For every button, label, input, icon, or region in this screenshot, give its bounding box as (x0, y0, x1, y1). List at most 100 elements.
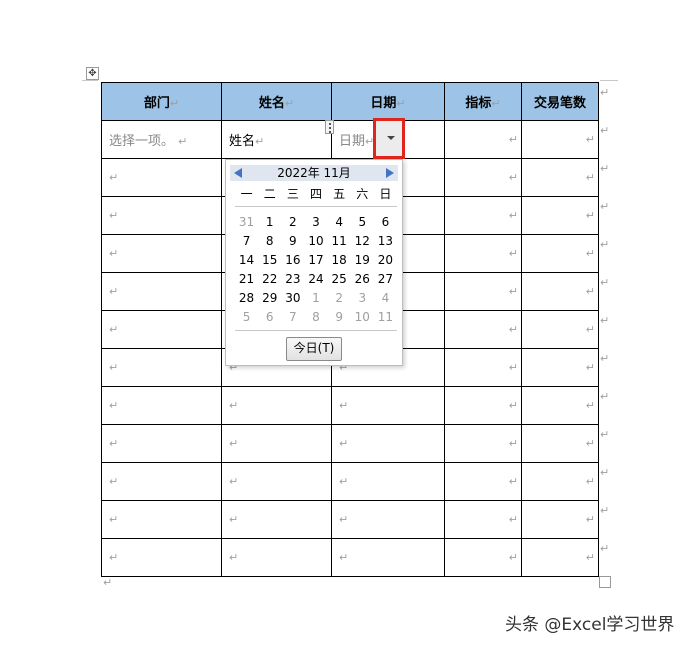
transactions-cell[interactable]: ↵ (521, 120, 599, 159)
calendar-day[interactable]: 12 (351, 232, 374, 251)
calendar-day[interactable]: 8 (258, 232, 281, 251)
table-cell[interactable]: ↵ (221, 538, 332, 577)
table-cell[interactable]: ↵ (521, 234, 599, 273)
table-cell[interactable]: ↵ (444, 310, 522, 349)
department-dropdown-control[interactable]: 选择一项。 ↵ (101, 120, 222, 159)
calendar-day[interactable]: 27 (374, 270, 397, 289)
calendar-day[interactable]: 9 (281, 232, 304, 251)
table-cell[interactable]: ↵ (101, 234, 222, 273)
table-move-handle[interactable]: ✥ (86, 67, 99, 80)
calendar-day[interactable]: 13 (374, 232, 397, 251)
table-cell[interactable]: ↵ (521, 310, 599, 349)
table-cell[interactable]: ↵ (101, 272, 222, 311)
calendar-day[interactable]: 17 (304, 251, 327, 270)
today-button[interactable]: 今日(T) (286, 337, 342, 361)
table-cell[interactable]: ↵ (444, 348, 522, 387)
calendar-day[interactable]: 22 (258, 270, 281, 289)
table-cell[interactable]: ↵ (101, 348, 222, 387)
paragraph-mark: ↵ (109, 323, 119, 336)
calendar-day[interactable]: 4 (374, 289, 397, 308)
indicator-cell[interactable]: ↵ (444, 120, 522, 159)
table-cell[interactable]: ↵ (331, 538, 445, 577)
table-cell[interactable]: ↵ (521, 196, 599, 235)
table-cell[interactable]: ↵ (101, 196, 222, 235)
calendar-day[interactable]: 10 (351, 308, 374, 327)
calendar-day[interactable]: 8 (304, 308, 327, 327)
table-cell[interactable]: ↵ (221, 500, 332, 539)
table-cell[interactable]: ↵ (521, 158, 599, 197)
calendar-day[interactable]: 2 (281, 213, 304, 232)
table-cell[interactable]: ↵ (331, 500, 445, 539)
table-cell[interactable]: ↵ (444, 386, 522, 425)
table-cell[interactable]: ↵ (101, 500, 222, 539)
calendar-day[interactable]: 28 (235, 289, 258, 308)
table-row: ↵ ↵ ↵ ↵ ↵ (101, 538, 599, 577)
calendar-day[interactable]: 1 (258, 213, 281, 232)
name-text-control[interactable]: 姓名↵ (221, 120, 332, 159)
table-cell[interactable]: ↵ (521, 462, 599, 501)
table-cell[interactable]: ↵ (444, 234, 522, 273)
table-cell[interactable]: ↵ (101, 310, 222, 349)
table-cell[interactable]: ↵ (101, 462, 222, 501)
table-cell[interactable]: ↵ (331, 424, 445, 463)
table-cell[interactable]: ↵ (221, 386, 332, 425)
table-resize-handle[interactable] (599, 576, 611, 588)
paragraph-mark: ↵ (508, 285, 518, 298)
calendar-day[interactable]: 16 (281, 251, 304, 270)
calendar-day[interactable]: 24 (304, 270, 327, 289)
calendar-day[interactable]: 5 (351, 213, 374, 232)
calendar-day[interactable]: 25 (328, 270, 351, 289)
calendar-day[interactable]: 3 (304, 213, 327, 232)
calendar-day[interactable]: 23 (281, 270, 304, 289)
next-month-icon[interactable] (386, 168, 394, 178)
table-cell[interactable]: ↵ (221, 462, 332, 501)
calendar-day[interactable]: 3 (351, 289, 374, 308)
table-cell[interactable]: ↵ (444, 272, 522, 311)
table-cell[interactable]: ↵ (444, 538, 522, 577)
table-cell[interactable]: ↵ (331, 386, 445, 425)
table-cell[interactable]: ↵ (444, 158, 522, 197)
calendar-day[interactable]: 26 (351, 270, 374, 289)
calendar-day[interactable]: 2 (328, 289, 351, 308)
calendar-day[interactable]: 6 (258, 308, 281, 327)
table-cell[interactable]: ↵ (444, 500, 522, 539)
table-cell[interactable]: ↵ (221, 424, 332, 463)
content-control-grip-icon[interactable] (325, 120, 334, 134)
table-cell[interactable]: ↵ (331, 462, 445, 501)
table-cell[interactable]: ↵ (444, 196, 522, 235)
table-cell[interactable]: ↵ (521, 272, 599, 311)
calendar-day[interactable]: 11 (374, 308, 397, 327)
table-cell[interactable]: ↵ (101, 158, 222, 197)
table-cell[interactable]: ↵ (521, 348, 599, 387)
calendar-day[interactable]: 19 (351, 251, 374, 270)
table-cell[interactable]: ↵ (521, 424, 599, 463)
table-cell[interactable]: ↵ (521, 386, 599, 425)
date-dropdown-button[interactable] (373, 118, 405, 159)
calendar-day[interactable]: 6 (374, 213, 397, 232)
table-cell[interactable]: ↵ (101, 386, 222, 425)
calendar-day[interactable]: 14 (235, 251, 258, 270)
table-cell[interactable]: ↵ (101, 424, 222, 463)
calendar-day[interactable]: 5 (235, 308, 258, 327)
previous-month-icon[interactable] (234, 168, 242, 178)
calendar-day[interactable]: 21 (235, 270, 258, 289)
calendar-day[interactable]: 4 (328, 213, 351, 232)
calendar-day[interactable]: 11 (328, 232, 351, 251)
calendar-day[interactable]: 29 (258, 289, 281, 308)
table-cell[interactable]: ↵ (521, 500, 599, 539)
paragraph-mark: ↵ (339, 551, 349, 564)
calendar-day[interactable]: 20 (374, 251, 397, 270)
table-cell[interactable]: ↵ (101, 538, 222, 577)
calendar-day[interactable]: 9 (328, 308, 351, 327)
table-cell[interactable]: ↵ (521, 538, 599, 577)
table-cell[interactable]: ↵ (444, 462, 522, 501)
calendar-day[interactable]: 30 (281, 289, 304, 308)
calendar-day[interactable]: 18 (328, 251, 351, 270)
calendar-day[interactable]: 7 (281, 308, 304, 327)
table-cell[interactable]: ↵ (444, 424, 522, 463)
calendar-day[interactable]: 31 (235, 213, 258, 232)
calendar-day[interactable]: 1 (304, 289, 327, 308)
calendar-day[interactable]: 7 (235, 232, 258, 251)
calendar-day[interactable]: 10 (304, 232, 327, 251)
calendar-day[interactable]: 15 (258, 251, 281, 270)
